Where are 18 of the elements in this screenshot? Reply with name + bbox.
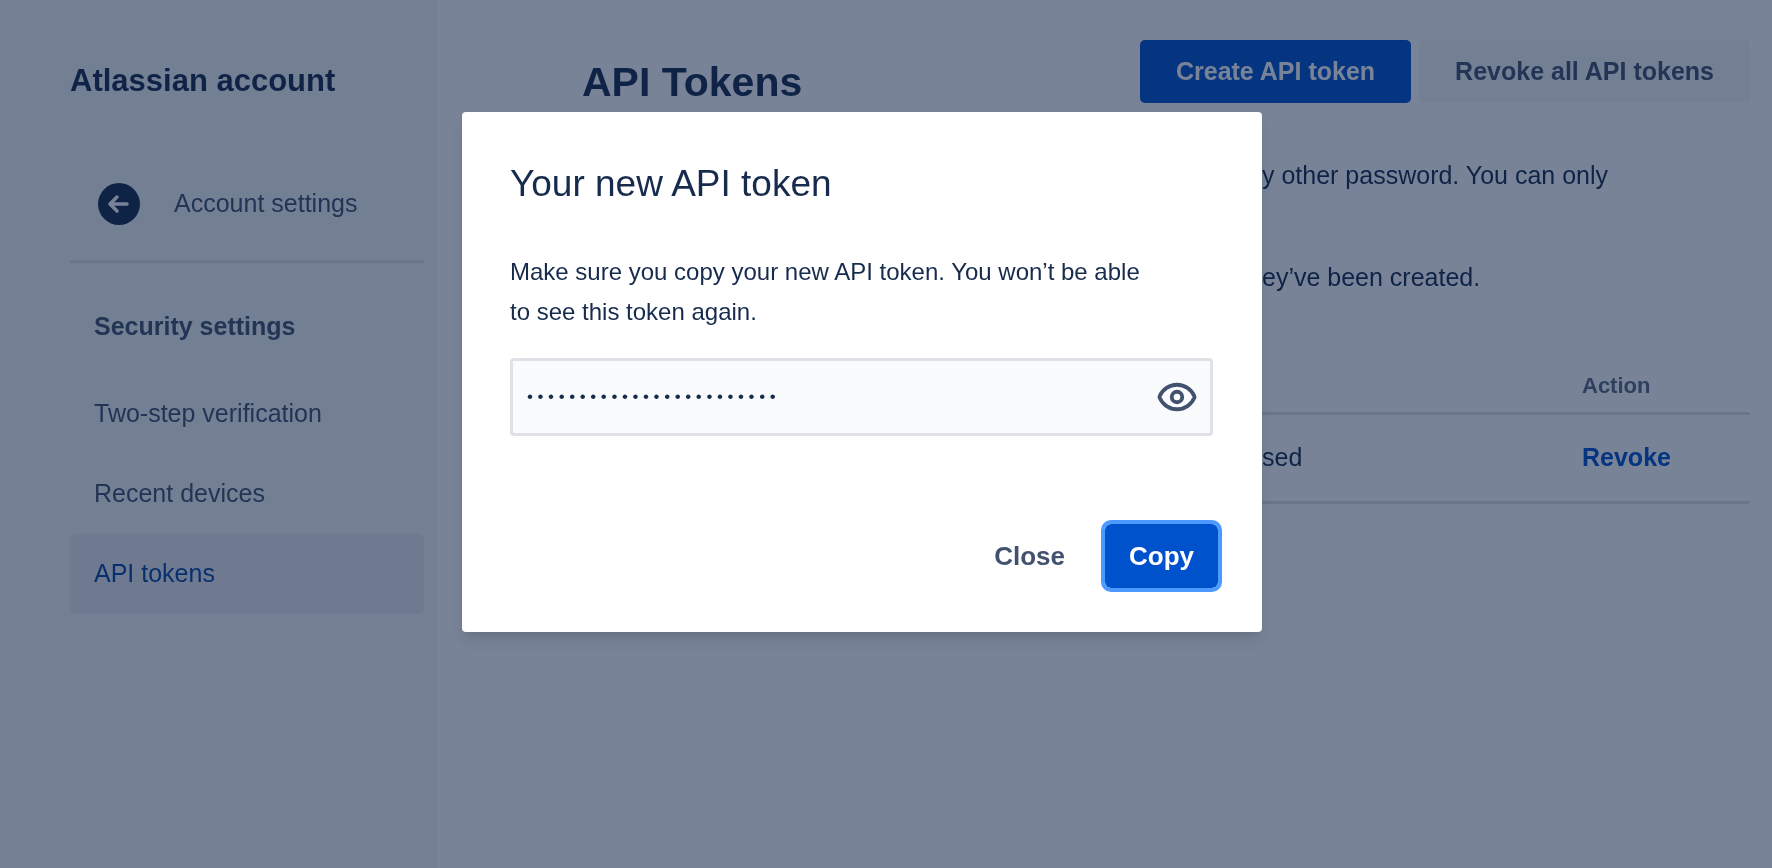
account-settings-link[interactable]: Account settings bbox=[70, 180, 424, 228]
sidebar-item[interactable]: API tokens bbox=[70, 533, 424, 614]
section-heading: Security settings bbox=[93, 311, 297, 342]
page-title: API Tokens bbox=[582, 58, 803, 107]
intro-text: y other password. You can only bbox=[1262, 161, 1609, 189]
sidebar-item[interactable]: Two-step verification bbox=[70, 373, 424, 454]
revoke-all-button[interactable]: Revoke all API tokens bbox=[1419, 40, 1750, 103]
create-token-button[interactable]: Create API token bbox=[1139, 40, 1412, 103]
dialog-message: Make sure you copy your new API token. You won’t be able to see this token again. bbox=[510, 257, 1141, 327]
column-header: Action bbox=[1582, 372, 1651, 400]
sidebar-item[interactable]: Recent devices bbox=[70, 453, 424, 534]
token-field[interactable]: •••••••••••••••••••••••• bbox=[510, 358, 1213, 436]
close-button[interactable]: Close bbox=[970, 524, 1089, 588]
intro-text: ey’ve been created. bbox=[1262, 263, 1481, 291]
revoke-link[interactable]: Revoke bbox=[1582, 439, 1671, 477]
dialog-title: Your new API token bbox=[510, 162, 833, 206]
table-cell-text: sed bbox=[1262, 442, 1304, 474]
sidebar-title: Atlassian account bbox=[70, 62, 337, 100]
